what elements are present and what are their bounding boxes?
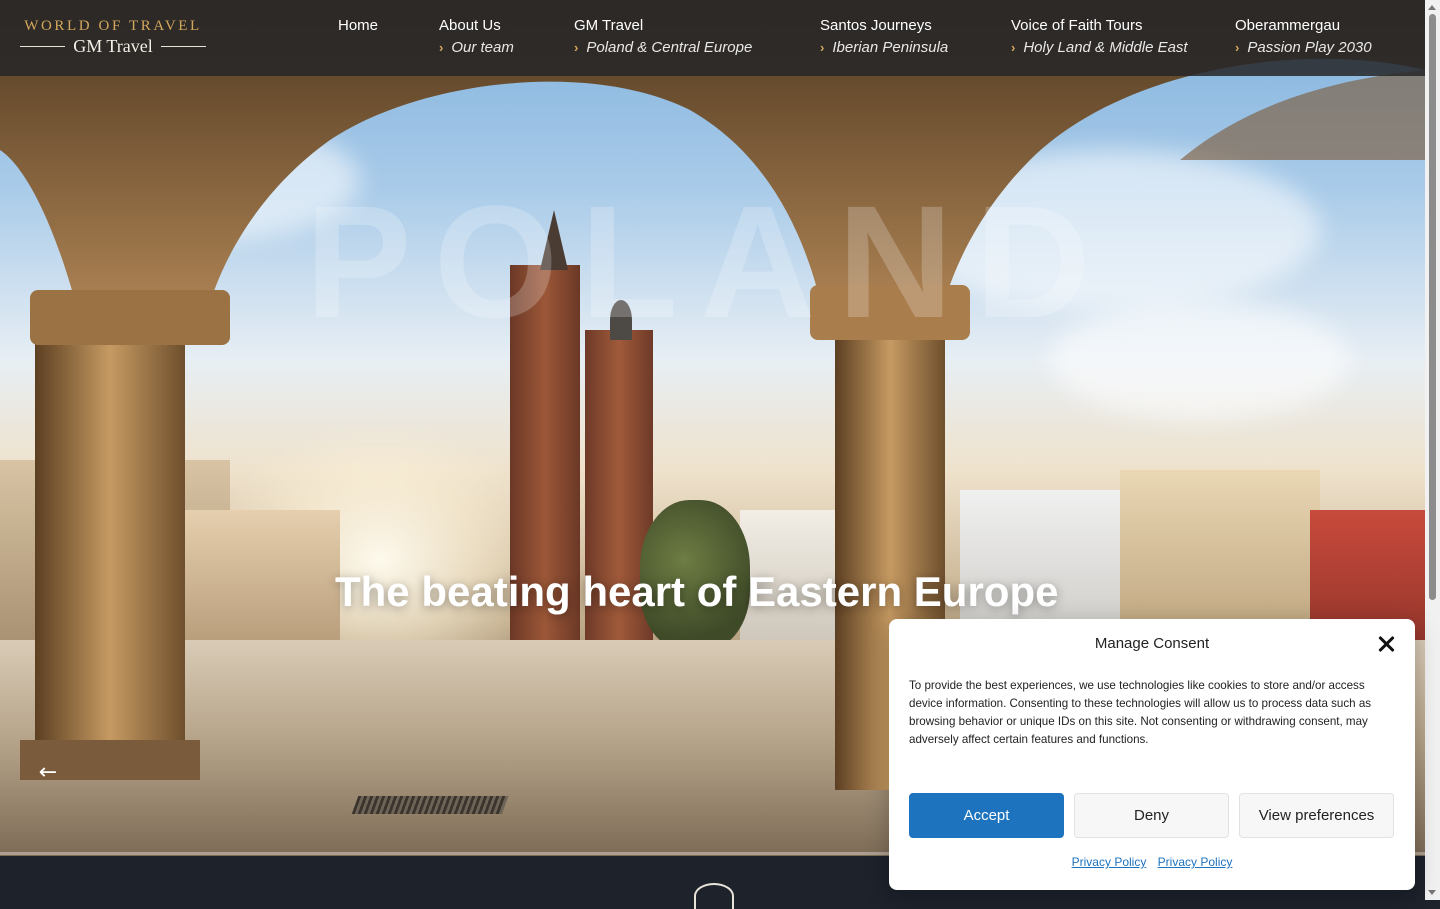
close-icon[interactable] <box>1375 633 1397 655</box>
logo-top-text: WORLD OF TRAVEL <box>24 18 202 34</box>
slider-prev-button[interactable]: ← <box>34 760 62 786</box>
crest-logo <box>694 883 734 909</box>
chevron-right-icon: › <box>439 40 444 55</box>
deny-button[interactable]: Deny <box>1074 793 1229 838</box>
consent-body: To provide the best experiences, we use … <box>909 679 1372 746</box>
scroll-up-arrow-icon[interactable] <box>1428 5 1436 10</box>
logo-divider <box>20 46 66 47</box>
logo-divider <box>160 46 207 47</box>
nav-item-santos-journeys[interactable]: Santos Journeys › Iberian Peninsula <box>820 16 948 56</box>
nav-subitem-poland[interactable]: › Poland & Central Europe <box>574 39 752 56</box>
chevron-right-icon: › <box>1235 40 1240 55</box>
hero-title: The beating heart of Eastern Europe <box>335 568 1059 615</box>
scrollbar-thumb[interactable] <box>1429 14 1436 600</box>
privacy-policy-link[interactable]: Privacy Policy <box>1072 855 1147 869</box>
site-header: WORLD OF TRAVEL GM Travel Home About Us … <box>0 0 1425 76</box>
nav-item-label: GM Travel <box>574 17 644 34</box>
page-scrollbar[interactable] <box>1425 0 1440 900</box>
nav-item-about-us[interactable]: About Us › Our team <box>439 16 514 56</box>
consent-links: Privacy Policy Privacy Policy <box>889 855 1415 869</box>
chevron-right-icon: › <box>820 40 825 55</box>
nav-subitem-label: Passion Play 2030 <box>1247 39 1372 56</box>
logo-name-text: GM Travel <box>73 36 153 56</box>
nav-subitem-holy-land[interactable]: › Holy Land & Middle East <box>1011 39 1188 56</box>
nav-item-label: Voice of Faith Tours <box>1011 17 1143 34</box>
nav-subitem-label: Poland & Central Europe <box>586 39 753 56</box>
scroll-down-arrow-icon[interactable] <box>1428 890 1436 895</box>
nav-item-label: Santos Journeys <box>820 17 932 34</box>
consent-dialog: Manage Consent To provide the best exper… <box>889 619 1415 890</box>
nav-item-label: Home <box>338 17 379 34</box>
privacy-policy-link[interactable]: Privacy Policy <box>1158 855 1233 869</box>
consent-actions: Accept Deny View preferences <box>909 793 1394 838</box>
chevron-right-icon: › <box>1011 40 1016 55</box>
nav-item-gm-travel[interactable]: GM Travel › Poland & Central Europe <box>574 16 752 56</box>
nav-item-home[interactable]: Home <box>338 16 378 36</box>
accept-button[interactable]: Accept <box>909 793 1064 838</box>
view-preferences-button[interactable]: View preferences <box>1239 793 1394 838</box>
consent-title: Manage Consent <box>1094 635 1210 652</box>
site-logo[interactable]: WORLD OF TRAVEL GM Travel <box>20 18 207 58</box>
nav-subitem-label: Our team <box>451 39 514 56</box>
chevron-right-icon: › <box>574 40 579 55</box>
nav-item-label: Oberammergau <box>1235 17 1341 34</box>
nav-item-oberammergau[interactable]: Oberammergau › Passion Play 2030 <box>1235 16 1372 56</box>
nav-item-voice-of-faith[interactable]: Voice of Faith Tours › Holy Land & Middl… <box>1011 16 1188 56</box>
arrow-left-icon: ← <box>38 760 58 785</box>
nav-subitem-label: Iberian Peninsula <box>832 39 949 56</box>
nav-subitem-passion-play[interactable]: › Passion Play 2030 <box>1235 39 1372 56</box>
hero-ghost-word: POLAND <box>305 172 1113 351</box>
nav-subitem-our-team[interactable]: › Our team <box>439 39 514 56</box>
nav-subitem-label: Holy Land & Middle East <box>1023 39 1188 56</box>
nav-item-label: About Us <box>439 17 501 34</box>
nav-subitem-iberian[interactable]: › Iberian Peninsula <box>820 39 948 56</box>
